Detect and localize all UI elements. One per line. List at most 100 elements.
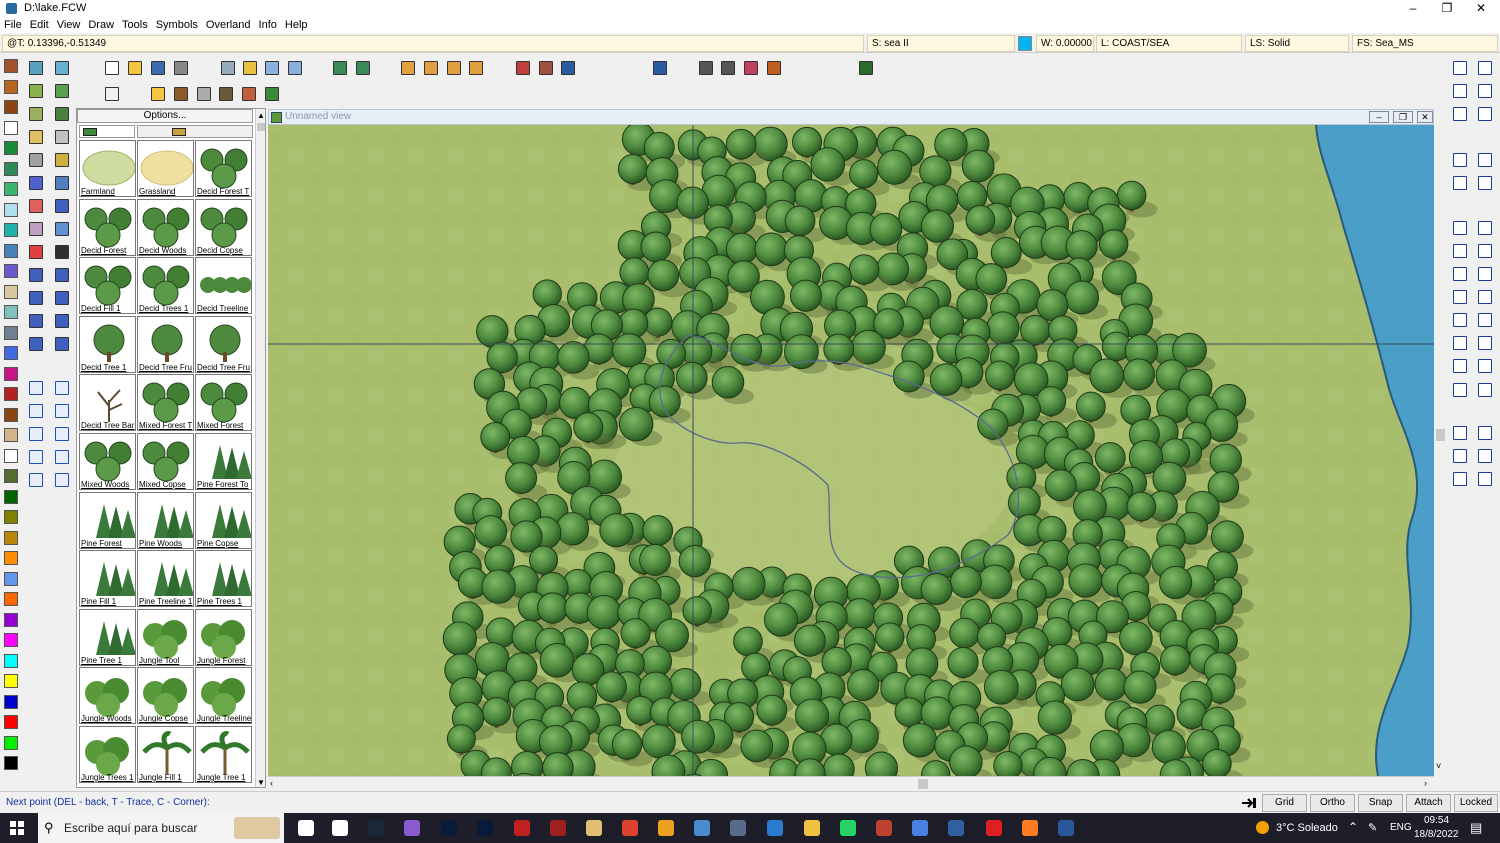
zoom-previous-icon[interactable] xyxy=(1475,104,1495,124)
color-swatch[interactable] xyxy=(4,674,18,688)
lightroom-icon[interactable] xyxy=(477,820,493,836)
xy-icon[interactable] xyxy=(52,401,72,421)
color-swatch[interactable] xyxy=(4,510,18,524)
weather-text[interactable]: 3°C Soleado xyxy=(1276,822,1338,834)
scroll-up-icon[interactable]: ▲ xyxy=(257,111,265,120)
export-icon[interactable] xyxy=(444,58,464,78)
vertical-scrollbar[interactable]: ˅ xyxy=(1434,109,1447,776)
snap-button[interactable]: Snap xyxy=(1358,794,1403,812)
flag-icon[interactable] xyxy=(148,84,168,104)
pen-icon[interactable] xyxy=(52,196,72,216)
symbol-cell[interactable]: Jungle Tree 1 xyxy=(195,726,252,783)
measure-icon[interactable] xyxy=(26,81,46,101)
snap-perp-icon[interactable] xyxy=(1450,446,1470,466)
color-swatch[interactable] xyxy=(4,756,18,770)
catalog-pink-icon[interactable] xyxy=(741,58,761,78)
color-swatch[interactable] xyxy=(4,448,18,463)
symbol-cell[interactable]: Pine Forest To xyxy=(195,433,252,490)
zoom-map-icon[interactable] xyxy=(26,58,46,78)
app-dark-red-icon[interactable] xyxy=(550,820,566,836)
rect-icon[interactable] xyxy=(52,447,72,467)
new-file-icon[interactable] xyxy=(102,58,122,78)
snap-int-icon[interactable] xyxy=(1475,446,1495,466)
notes-icon[interactable] xyxy=(240,58,260,78)
layers-icon[interactable] xyxy=(262,58,282,78)
house-icon[interactable] xyxy=(239,84,259,104)
tool-hammer-icon[interactable] xyxy=(102,84,122,104)
symbol-cell[interactable]: Pine Woods xyxy=(137,491,194,549)
symbol-cell[interactable]: Mixed Woods xyxy=(79,433,136,490)
symbol-cell[interactable]: Decid Forest T xyxy=(195,140,252,197)
clock-time[interactable]: 09:54 xyxy=(1424,815,1449,826)
color-swatch[interactable] xyxy=(4,694,18,709)
folder-icon[interactable] xyxy=(52,173,72,193)
notifications-icon[interactable]: ▤ xyxy=(1470,820,1482,836)
hammer-icon[interactable] xyxy=(52,127,72,147)
color-swatch[interactable] xyxy=(4,592,18,606)
sheet-icon[interactable] xyxy=(52,58,72,78)
catalog-gray-icon[interactable] xyxy=(696,58,716,78)
select-icon[interactable] xyxy=(52,242,72,262)
arc-icon[interactable] xyxy=(1450,264,1470,284)
path-icon[interactable] xyxy=(1450,287,1470,307)
scroll-down-icon[interactable]: ˅ xyxy=(1436,761,1441,771)
line-icon[interactable] xyxy=(26,470,46,490)
numbering-icon[interactable] xyxy=(1450,356,1470,376)
color-swatch[interactable] xyxy=(4,325,18,340)
layer-down-icon[interactable] xyxy=(1450,173,1470,193)
symbol-cell[interactable]: Decid Forest xyxy=(79,198,136,256)
snap-end-icon[interactable] xyxy=(1450,423,1470,443)
locked-button[interactable]: Locked xyxy=(1454,794,1498,812)
color-swatch[interactable] xyxy=(4,100,18,114)
bring-front-icon[interactable] xyxy=(1475,150,1495,170)
color-swatch[interactable] xyxy=(4,571,18,586)
catalog-tab-1[interactable] xyxy=(79,125,135,138)
color-swatch[interactable] xyxy=(4,79,18,94)
view-restore-button[interactable]: ❐ xyxy=(1393,111,1413,123)
color-swatch[interactable] xyxy=(4,305,18,319)
sheets-icon[interactable] xyxy=(285,58,305,78)
symbol-cell[interactable]: Decid Tree Bar xyxy=(79,374,136,432)
redraw-icon[interactable] xyxy=(1450,104,1470,124)
symbol-cell[interactable]: Jungle Trees 1 xyxy=(79,726,136,783)
symbol-cell[interactable]: Decid Trees 1 xyxy=(137,257,194,315)
horizontal-scrollbar[interactable]: ‹ › xyxy=(268,776,1434,790)
scale-icon[interactable] xyxy=(26,150,46,170)
save-icon[interactable] xyxy=(148,58,168,78)
color-swatch[interactable] xyxy=(4,284,18,299)
line-draw-icon[interactable] xyxy=(1450,218,1470,238)
rect-select-icon[interactable] xyxy=(26,447,46,467)
menu-view[interactable]: View xyxy=(53,17,85,33)
zoom-in-icon[interactable] xyxy=(1475,58,1495,78)
pen-tray-icon[interactable]: ✎ xyxy=(1368,821,1377,834)
menu-draw[interactable]: Draw xyxy=(84,17,118,33)
clock-date[interactable]: 18/8/2022 xyxy=(1414,829,1459,840)
app-red-icon[interactable] xyxy=(514,820,530,836)
menu-info[interactable]: Info xyxy=(255,17,281,33)
catalog-orange-icon[interactable] xyxy=(764,58,784,78)
steam-icon[interactable] xyxy=(368,820,384,836)
line-style-field[interactable]: LS: Solid xyxy=(1245,35,1349,52)
layer-field[interactable]: L: COAST/SEA xyxy=(1096,35,1242,52)
catalog-gray-2-icon[interactable] xyxy=(718,58,738,78)
color-swatch[interactable] xyxy=(4,141,18,155)
book-icon[interactable] xyxy=(398,58,418,78)
color-swatch[interactable] xyxy=(4,366,18,381)
color-swatch[interactable] xyxy=(4,612,18,627)
smooth-poly-icon[interactable] xyxy=(1475,310,1495,330)
view-close-button[interactable]: ✕ xyxy=(1417,111,1433,123)
symbol-cell[interactable]: Jungle Woods xyxy=(79,667,136,725)
paint-icon[interactable] xyxy=(26,242,46,262)
rectangle-icon[interactable] xyxy=(1475,218,1495,238)
scissors-icon[interactable] xyxy=(26,378,46,398)
symbol-cell[interactable]: Jungle Tool xyxy=(137,608,194,666)
color-swatch[interactable] xyxy=(4,223,18,237)
zoom-window-icon[interactable] xyxy=(1450,58,1470,78)
polygon-icon[interactable] xyxy=(1475,241,1495,261)
tray-chevron-icon[interactable]: ⌃ xyxy=(1348,820,1358,834)
catalog-brown-icon[interactable] xyxy=(536,58,556,78)
symbol-place-icon[interactable] xyxy=(1475,333,1495,353)
minimize-button[interactable]: – xyxy=(1396,0,1430,17)
color-swatch[interactable] xyxy=(4,551,18,565)
app-gray-icon[interactable] xyxy=(730,820,746,836)
